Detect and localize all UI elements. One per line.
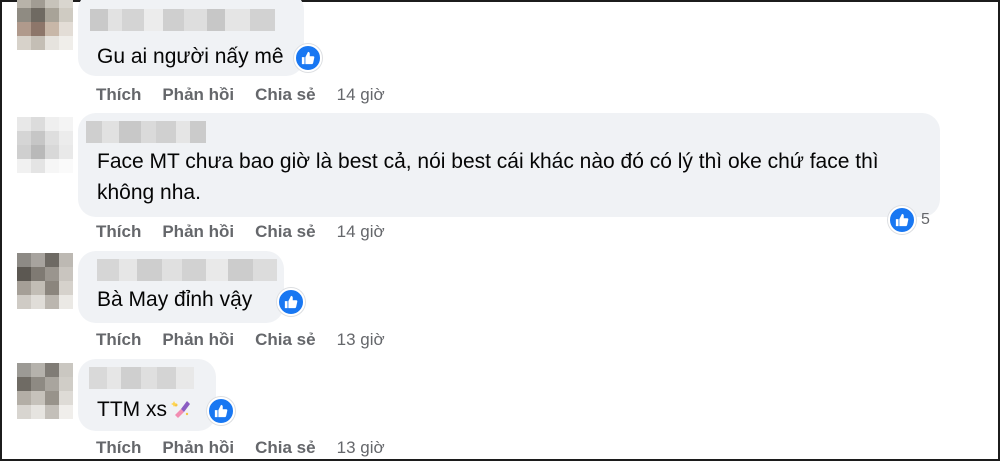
like-link[interactable]: Thích <box>96 222 141 242</box>
comment-actions: Thích Phản hồi Chia sẻ 13 giờ <box>96 438 385 458</box>
comment-text: TTM xs <box>97 394 193 428</box>
reply-link[interactable]: Phản hồi <box>162 222 234 242</box>
timestamp[interactable]: 14 giờ <box>337 222 385 242</box>
share-link[interactable]: Chia sẻ <box>255 85 315 105</box>
like-reaction-icon[interactable] <box>888 206 916 234</box>
like-reaction-icon[interactable] <box>207 397 235 425</box>
thumbs-up-icon <box>284 295 298 309</box>
comment-actions: Thích Phản hồi Chia sẻ 14 giờ <box>96 85 385 105</box>
timestamp[interactable]: 14 giờ <box>337 85 385 105</box>
like-reaction-icon[interactable] <box>294 44 322 72</box>
timestamp[interactable]: 13 giờ <box>337 330 385 350</box>
reaction-count[interactable]: 5 <box>921 211 930 229</box>
commenter-name[interactable] <box>97 259 277 281</box>
comment-actions: Thích Phản hồi Chia sẻ 13 giờ <box>96 330 385 350</box>
comment-text-line-2: không nha. <box>97 181 201 204</box>
like-link[interactable]: Thích <box>96 330 141 350</box>
thumbs-up-icon <box>214 404 228 418</box>
like-link[interactable]: Thích <box>96 85 141 105</box>
like-link[interactable]: Thích <box>96 438 141 458</box>
timestamp[interactable]: 13 giờ <box>337 438 385 458</box>
comment-text: Gu ai người nấy mê <box>97 45 284 68</box>
nail-polish-icon <box>170 397 193 428</box>
commenter-name[interactable] <box>90 9 275 31</box>
thumbs-up-icon <box>301 51 315 65</box>
thumbs-up-icon <box>895 213 909 227</box>
reply-link[interactable]: Phản hồi <box>162 85 234 105</box>
comment-actions: Thích Phản hồi Chia sẻ 14 giờ <box>96 222 385 242</box>
like-reaction-icon[interactable] <box>277 288 305 316</box>
commenter-name[interactable] <box>89 367 194 389</box>
commenter-name[interactable] <box>86 121 206 143</box>
avatar[interactable] <box>17 0 73 50</box>
avatar[interactable] <box>17 117 73 173</box>
share-link[interactable]: Chia sẻ <box>255 330 315 350</box>
comment-text-line-1: Face MT chưa bao giờ là best cả, nói bes… <box>97 150 879 173</box>
reply-link[interactable]: Phản hồi <box>162 438 234 458</box>
reply-link[interactable]: Phản hồi <box>162 330 234 350</box>
avatar[interactable] <box>17 363 73 419</box>
comment-text-content: TTM xs <box>97 398 167 421</box>
comment-text: Bà May đỉnh vậy <box>97 288 253 311</box>
avatar[interactable] <box>17 253 73 309</box>
share-link[interactable]: Chia sẻ <box>255 222 315 242</box>
share-link[interactable]: Chia sẻ <box>255 438 315 458</box>
